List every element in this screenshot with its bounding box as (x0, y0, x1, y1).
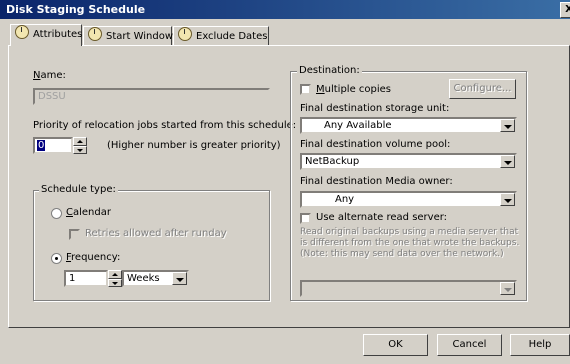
storage-unit-select[interactable]: Any Available (300, 117, 517, 134)
alt-read-server-select[interactable] (300, 280, 517, 297)
alt-read-label: Use alternate read server: (316, 212, 448, 223)
help-button[interactable]: Help (510, 334, 570, 356)
priority-hint: (Higher number is greater priority) (107, 140, 281, 151)
window-title: Disk Staging Schedule (6, 3, 146, 16)
tab-start-window[interactable]: Start Window (83, 26, 173, 46)
alt-read-checkbox[interactable] (300, 213, 311, 224)
media-owner-select[interactable]: Any (300, 191, 517, 208)
configure-button[interactable]: Configure... (449, 79, 516, 99)
spin-down-icon[interactable] (108, 278, 122, 287)
cancel-button[interactable]: Cancel (437, 334, 502, 356)
name-label: Name: (33, 70, 66, 81)
frequency-unit-select[interactable]: Weeks (122, 270, 189, 287)
spin-up-icon[interactable] (73, 137, 87, 146)
chevron-down-icon[interactable] (172, 272, 187, 285)
volume-pool-select[interactable]: NetBackup (300, 153, 517, 170)
chevron-down-icon[interactable] (500, 193, 515, 206)
chevron-down-icon[interactable] (500, 119, 515, 132)
chevron-down-icon[interactable] (500, 155, 515, 168)
multiple-copies-checkbox[interactable] (300, 84, 311, 95)
priority-input[interactable]: 0 (33, 137, 73, 154)
destination-legend: Destination: (297, 65, 362, 76)
frequency-label: Frequency: (66, 252, 121, 263)
volume-pool-label: Final destination volume pool: (300, 139, 451, 150)
frequency-spinner[interactable] (108, 270, 122, 287)
retries-checkbox[interactable] (69, 229, 80, 240)
frequency-input[interactable]: 1 (64, 270, 108, 287)
calendar-label: Calendar (66, 207, 111, 218)
name-field[interactable]: DSSU (33, 88, 270, 105)
media-owner-label: Final destination Media owner: (300, 176, 453, 187)
schedule-clock-icon (15, 25, 29, 39)
title-bar: Disk Staging Schedule X (0, 0, 570, 19)
storage-unit-label: Final destination storage unit: (300, 103, 450, 114)
schedule-clock-icon (88, 27, 102, 41)
chevron-down-icon[interactable] (500, 282, 515, 295)
schedule-type-legend: Schedule type: (39, 184, 118, 195)
ok-button[interactable]: OK (363, 334, 428, 356)
multiple-copies-label: Multiple copies (316, 84, 392, 95)
spin-up-icon[interactable] (108, 270, 122, 279)
close-button[interactable]: X (560, 2, 570, 18)
tab-attributes[interactable]: Attributes (10, 24, 82, 46)
spin-down-icon[interactable] (73, 145, 87, 154)
calendar-radio[interactable] (51, 208, 62, 219)
alt-read-note: Read original backups using a media serv… (300, 227, 520, 259)
retries-label: Retries allowed after runday (85, 228, 227, 239)
frequency-radio[interactable] (51, 253, 62, 264)
tab-exclude-dates[interactable]: Exclude Dates (173, 26, 269, 46)
schedule-clock-icon (178, 27, 192, 41)
priority-label: Priority of relocation jobs started from… (33, 120, 297, 131)
priority-spinner[interactable] (73, 137, 87, 154)
